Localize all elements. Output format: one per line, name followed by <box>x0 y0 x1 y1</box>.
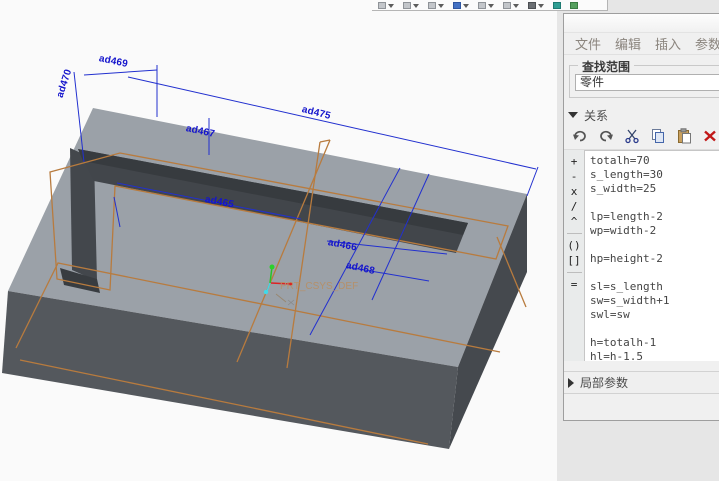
minus-operator-button[interactable]: - <box>566 169 583 184</box>
gray-tool-icon <box>478 2 486 9</box>
divider <box>567 272 582 273</box>
equals-button[interactable]: = <box>566 277 583 292</box>
gray-tool-icon <box>428 2 436 9</box>
sketch-peak <box>320 140 330 142</box>
dim-ext-ad475 <box>527 167 538 196</box>
3d-viewport[interactable]: ad469 ad470 ad475 ad467 ad465 ad466 ad46… <box>0 0 557 481</box>
redo-icon <box>598 128 614 144</box>
chevron-down-icon[interactable] <box>438 4 444 8</box>
look-in-dropdown[interactable]: 零件 <box>575 74 719 91</box>
relations-toolbar <box>564 123 719 150</box>
toolbar-button[interactable] <box>478 2 494 9</box>
divide-operator-button[interactable]: / <box>566 199 583 214</box>
relations-code[interactable]: totalh=70 s_length=30 s_width=25 lp=leng… <box>585 151 719 361</box>
multiply-operator-button[interactable]: x <box>566 184 583 199</box>
collapse-triangle-icon <box>568 112 578 118</box>
divider <box>567 233 582 234</box>
green-tool-icon <box>570 2 578 9</box>
paste-button[interactable] <box>675 128 692 145</box>
toolbar-button[interactable] <box>453 2 469 9</box>
toolbar-button[interactable] <box>570 2 578 9</box>
look-in-title: 查找范围 <box>578 58 634 75</box>
brackets-button[interactable]: [] <box>566 253 583 268</box>
copy-button[interactable] <box>649 128 666 145</box>
gray-tool-icon <box>403 2 411 9</box>
relations-title: 关系 <box>584 107 608 124</box>
blue-panel-icon <box>453 2 461 9</box>
operator-column: + - x / ^ () [] = <box>564 150 585 361</box>
menu-insert[interactable]: 插入 <box>655 34 681 53</box>
undo-icon <box>572 128 588 144</box>
toolbar-button[interactable] <box>378 2 394 9</box>
relations-code-area[interactable]: totalh=70 s_length=30 s_width=25 lp=leng… <box>585 150 719 361</box>
delete-x-icon <box>702 128 718 144</box>
toolbar-button[interactable] <box>503 2 519 9</box>
local-params-title: 局部参数 <box>580 374 628 391</box>
menu-params[interactable]: 参数 <box>695 34 719 53</box>
local-params-section-header[interactable]: 局部参数 <box>564 371 719 394</box>
teal-tool-icon <box>553 2 561 9</box>
relations-dialog: 文件 编辑 插入 参数 实 查找范围 零件 关系 <box>563 13 719 421</box>
expand-triangle-icon <box>568 378 574 388</box>
cut-button[interactable] <box>623 128 640 145</box>
dark-tool-icon <box>528 2 536 9</box>
relations-section-header[interactable]: 关系 <box>564 107 719 123</box>
toolbar-button[interactable] <box>403 2 419 9</box>
gray-tool-icon <box>503 2 511 9</box>
redo-button[interactable] <box>597 128 614 145</box>
3d-model <box>0 0 557 481</box>
menu-file[interactable]: 文件 <box>575 34 601 53</box>
plus-operator-button[interactable]: + <box>566 154 583 169</box>
dim-line-ad469 <box>84 70 157 75</box>
menu-edit[interactable]: 编辑 <box>615 34 641 53</box>
chevron-down-icon[interactable] <box>413 4 419 8</box>
app-window: ad469 ad470 ad475 ad467 ad465 ad466 ad46… <box>0 0 719 481</box>
toolbar-button[interactable] <box>553 2 561 9</box>
csys-green-dot <box>270 265 275 270</box>
scissors-icon <box>624 128 640 144</box>
parentheses-button[interactable]: () <box>566 238 583 253</box>
chevron-down-icon[interactable] <box>388 4 394 8</box>
chevron-down-icon[interactable] <box>538 4 544 8</box>
gray-tool-icon <box>378 2 386 9</box>
paste-icon <box>676 128 692 144</box>
dialog-titlebar <box>564 14 719 33</box>
toolbar-button[interactable] <box>428 2 444 9</box>
delete-button[interactable] <box>701 128 718 145</box>
copy-icon <box>650 128 666 144</box>
csys-label[interactable]: PRT_CSYS_DEF <box>280 281 358 292</box>
relations-editor: + - x / ^ () [] = totalh=70 s_length=30 … <box>564 150 719 361</box>
toolbar-button[interactable] <box>528 2 544 9</box>
csys-cyan-dot <box>264 290 268 294</box>
chevron-down-icon[interactable] <box>513 4 519 8</box>
power-operator-button[interactable]: ^ <box>566 214 583 229</box>
dialog-menubar: 文件 编辑 插入 参数 实 <box>564 33 719 55</box>
chevron-down-icon[interactable] <box>463 4 469 8</box>
top-toolbar <box>372 0 608 11</box>
chevron-down-icon[interactable] <box>488 4 494 8</box>
look-in-group: 查找范围 零件 <box>569 65 719 98</box>
undo-button[interactable] <box>571 128 588 145</box>
